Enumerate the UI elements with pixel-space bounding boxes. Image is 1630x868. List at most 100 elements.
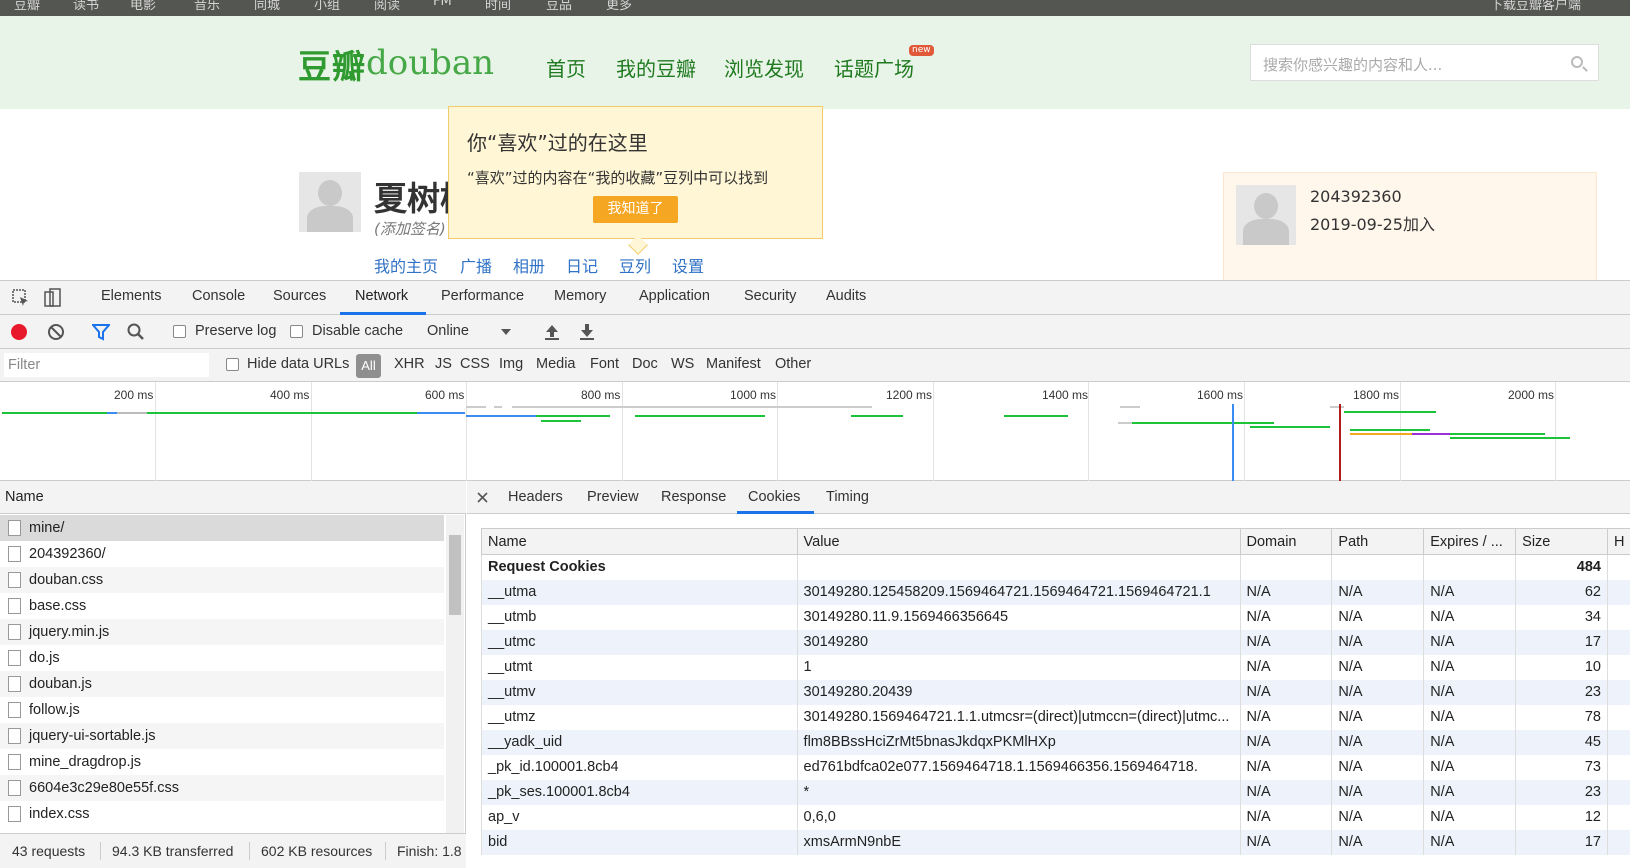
tab-memory[interactable]: Memory (554, 288, 606, 304)
search-input[interactable]: 搜索你感兴趣的内容和人... (1250, 44, 1599, 81)
chevron-down-icon[interactable] (500, 327, 512, 337)
request-row[interactable]: jquery.min.js (0, 619, 444, 645)
request-row[interactable]: jquery-ui-sortable.js (0, 723, 444, 749)
topnav-item[interactable]: 豆瓣 (14, 0, 40, 13)
filter-other[interactable]: Other (775, 356, 811, 372)
filter-ws[interactable]: WS (671, 356, 694, 372)
profile-nav-home[interactable]: 我的主页 (374, 253, 438, 277)
request-row[interactable]: douban.css (0, 567, 444, 593)
profile-nav-status[interactable]: 广播 (460, 253, 492, 277)
hide-data-urls-label[interactable]: Hide data URLs (247, 356, 349, 372)
import-har-icon[interactable] (543, 323, 561, 341)
filter-font[interactable]: Font (590, 356, 619, 372)
profile-nav-settings[interactable]: 设置 (672, 253, 704, 277)
close-icon[interactable] (477, 492, 488, 503)
tab-response[interactable]: Response (661, 489, 726, 505)
topnav-item[interactable]: 读书 (73, 0, 99, 13)
cookie-row[interactable]: __utmz30149280.1569464721.1.1.utmcsr=(di… (482, 705, 1630, 730)
scrollbar-thumb[interactable] (449, 535, 461, 615)
disable-cache-checkbox[interactable] (290, 325, 303, 338)
card-avatar[interactable] (1236, 185, 1296, 245)
tab-console[interactable]: Console (192, 288, 245, 304)
cookie-row[interactable]: __utmc30149280N/AN/AN/A17 (482, 630, 1630, 655)
disable-cache-label[interactable]: Disable cache (312, 323, 403, 339)
network-overview-timeline[interactable]: 200 ms 400 ms 600 ms 800 ms 1000 ms 1200… (0, 382, 1630, 481)
throttle-select[interactable]: Online (427, 323, 469, 339)
cookie-row[interactable]: ap_v0,6,0N/AN/AN/A12 (482, 805, 1630, 830)
col-httponly[interactable]: H (1608, 529, 1630, 555)
tab-application[interactable]: Application (639, 288, 710, 304)
request-row[interactable]: follow.js (0, 697, 444, 723)
col-name[interactable]: Name (482, 529, 798, 555)
request-row[interactable]: base.css (0, 593, 444, 619)
tab-preview[interactable]: Preview (587, 489, 639, 505)
tab-audits[interactable]: Audits (826, 288, 866, 304)
cookie-row[interactable]: bidxmsArmN9nbEN/AN/AN/A17 (482, 830, 1630, 855)
col-value[interactable]: Value (797, 529, 1240, 555)
cookie-row[interactable]: __utmb30149280.11.9.1569466356645N/AN/AN… (482, 605, 1630, 630)
filter-media[interactable]: Media (536, 356, 576, 372)
preserve-log-checkbox[interactable] (173, 325, 186, 338)
topnav-item[interactable]: 小组 (314, 0, 340, 13)
name-column-header[interactable]: Name (0, 481, 466, 514)
col-expires[interactable]: Expires / ... (1424, 529, 1516, 555)
profile-nav-doulist[interactable]: 豆列 (619, 253, 651, 277)
search-icon[interactable] (1571, 56, 1583, 68)
request-row[interactable]: index.css (0, 801, 444, 827)
mainnav-topics[interactable]: 话题广场 (834, 53, 914, 82)
filter-css[interactable]: CSS (460, 356, 490, 372)
request-row[interactable]: mine_dragdrop.js (0, 749, 444, 775)
col-domain[interactable]: Domain (1240, 529, 1332, 555)
clear-icon[interactable] (47, 323, 65, 341)
topnav-item[interactable]: 时间 (485, 0, 511, 13)
request-list-scrollbar[interactable] (446, 515, 464, 833)
inspect-icon[interactable] (12, 289, 30, 307)
got-it-button[interactable]: 我知道了 (593, 196, 678, 223)
col-path[interactable]: Path (1332, 529, 1424, 555)
filter-js[interactable]: JS (435, 356, 452, 372)
search-icon[interactable] (127, 323, 145, 341)
hide-data-urls-checkbox[interactable] (226, 358, 239, 371)
filter-doc[interactable]: Doc (632, 356, 658, 372)
filter-all[interactable]: All (356, 354, 381, 378)
topnav-item[interactable]: 电影 (130, 0, 156, 13)
tab-elements[interactable]: Elements (101, 288, 161, 304)
topnav-item[interactable]: 豆品 (546, 0, 572, 13)
filter-img[interactable]: Img (499, 356, 523, 372)
tab-sources[interactable]: Sources (273, 288, 326, 304)
filter-icon[interactable] (92, 323, 110, 341)
tab-network[interactable]: Network (355, 288, 408, 304)
topnav-item[interactable]: 阅读 (374, 0, 400, 13)
cookie-row[interactable]: _pk_ses.100001.8cb4*N/AN/AN/A23 (482, 780, 1630, 805)
request-row[interactable]: 6604e3c29e80e55f.css (0, 775, 444, 801)
cookie-row[interactable]: __utmt1N/AN/AN/A10 (482, 655, 1630, 680)
profile-nav-album[interactable]: 相册 (513, 253, 545, 277)
cookie-row[interactable]: __yadk_uidflm8BBssHciZrMt5bnasJkdqxPKMlH… (482, 730, 1630, 755)
tab-cookies[interactable]: Cookies (748, 489, 800, 505)
tab-performance[interactable]: Performance (441, 288, 524, 304)
cookie-row[interactable]: _pk_id.100001.8cb4ed761bdfca02e077.15694… (482, 755, 1630, 780)
topnav-item[interactable]: 更多 (606, 0, 632, 13)
topnav-item[interactable]: FM (433, 0, 452, 9)
tab-headers[interactable]: Headers (508, 489, 563, 505)
mainnav-home[interactable]: 首页 (546, 53, 586, 82)
topnav-item[interactable]: 同城 (254, 0, 280, 13)
request-row[interactable]: 204392360/ (0, 541, 444, 567)
record-icon[interactable] (10, 323, 28, 341)
tab-security[interactable]: Security (744, 288, 796, 304)
tab-timing[interactable]: Timing (826, 489, 869, 505)
request-row[interactable]: do.js (0, 645, 444, 671)
filter-manifest[interactable]: Manifest (706, 356, 761, 372)
cookie-row[interactable]: __utma30149280.125458209.1569464721.1569… (482, 580, 1630, 605)
logo-cn[interactable]: 豆瓣 (298, 40, 366, 88)
mainnav-explore[interactable]: 浏览发现 (724, 53, 804, 82)
logo-en[interactable]: douban (366, 43, 494, 83)
profile-nav-diary[interactable]: 日记 (566, 253, 598, 277)
profile-signature[interactable]: (添加签名) (374, 218, 446, 239)
export-har-icon[interactable] (578, 323, 596, 341)
col-size[interactable]: Size (1516, 529, 1608, 555)
download-app-link[interactable]: 下载豆瓣客户端 (1490, 0, 1581, 13)
request-row[interactable]: mine/ (0, 515, 444, 541)
mainnav-mine[interactable]: 我的豆瓣 (616, 53, 696, 82)
request-row[interactable]: douban.js (0, 671, 444, 697)
